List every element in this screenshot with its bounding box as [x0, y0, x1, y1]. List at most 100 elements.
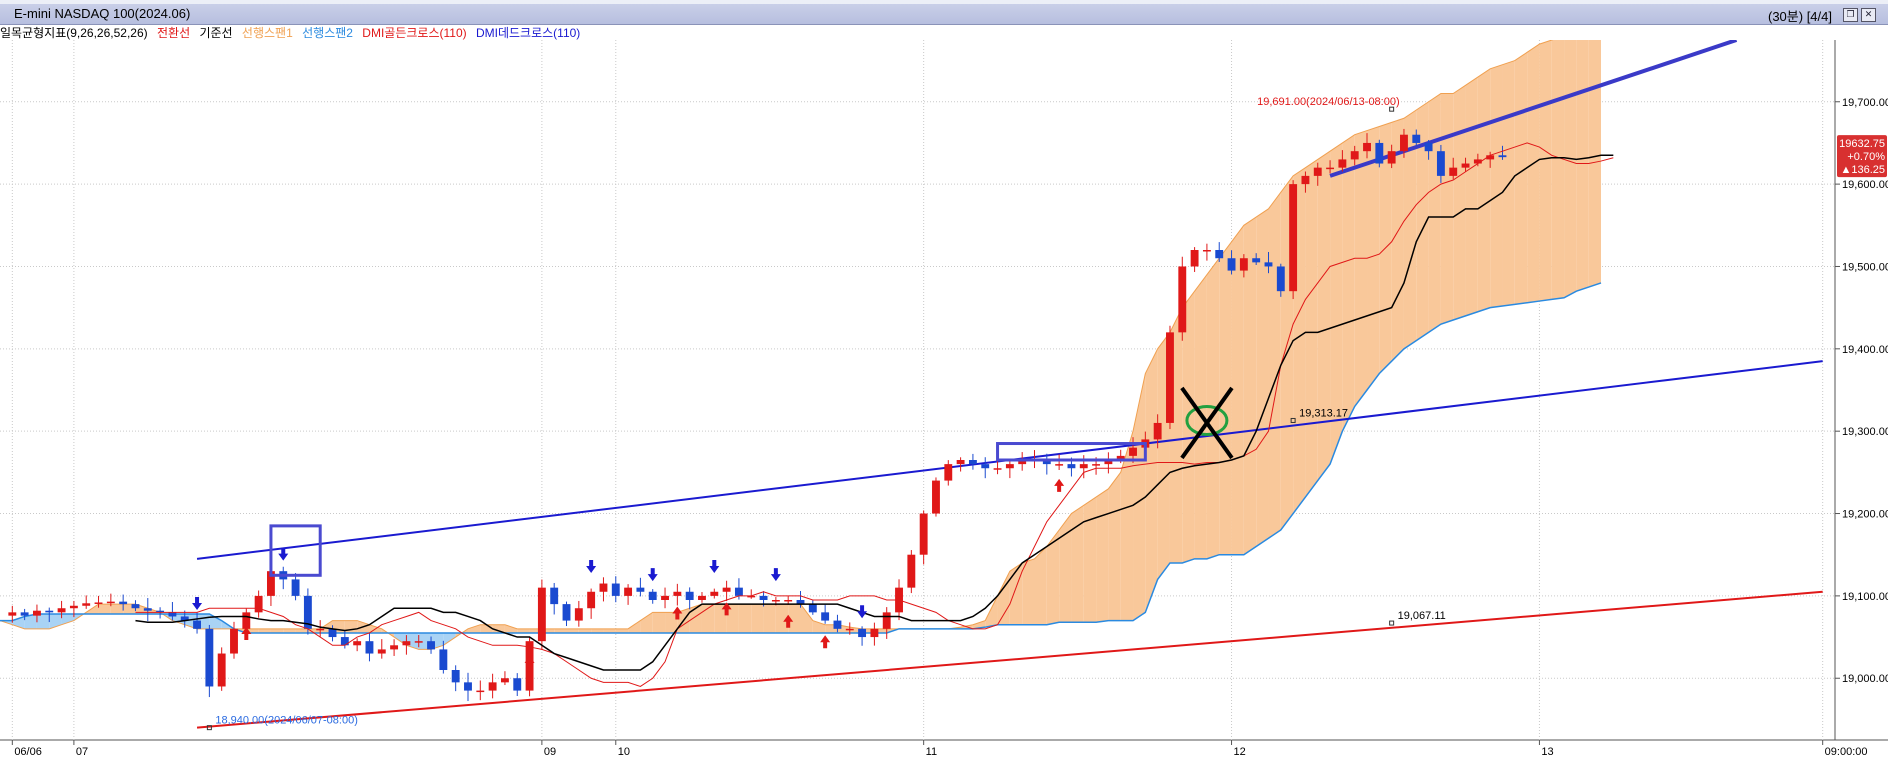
candle-body [537, 587, 546, 642]
cloud-segment [1231, 225, 1244, 555]
candle-body [734, 587, 743, 596]
cloud-segment [1539, 40, 1552, 302]
candle-body [1276, 266, 1285, 292]
candle-body [291, 579, 300, 596]
x-tick-label: 10 [618, 746, 630, 758]
candle-body [402, 641, 411, 646]
candle-body [57, 608, 66, 613]
cloud-segment [1551, 40, 1565, 300]
legend-span2[interactable]: 선행스팬2 [302, 26, 353, 40]
cloud-segment [1268, 192, 1281, 539]
cloud-segment [1317, 151, 1331, 481]
y-tick-label: 19,700.00 [1842, 97, 1888, 109]
cloud-segment [652, 612, 666, 633]
cloud-segment [1428, 93, 1441, 333]
candle-body [1079, 464, 1088, 469]
cloud-segment [1453, 85, 1466, 320]
candle-body [808, 604, 817, 613]
candle-body [328, 628, 337, 638]
candle-body [968, 460, 977, 465]
candle-body [771, 600, 780, 602]
cloud-segment [1108, 472, 1121, 621]
x-tick-label: 06/06 [14, 746, 42, 758]
candle-body [1215, 250, 1224, 259]
cloud-segment [36, 614, 50, 629]
candle-body [230, 628, 238, 654]
candle-body [1350, 151, 1359, 160]
chart-title-bar: E-mini NASDAQ 100(2024.06) (30분) [4/4] ❐… [0, 4, 1888, 25]
candle-body [193, 620, 201, 629]
cloud-segment [1083, 497, 1097, 623]
candle-body [611, 583, 620, 596]
candle-body [476, 690, 485, 693]
restore-window-icon[interactable]: ❐ [1843, 8, 1858, 22]
candle-body [1449, 167, 1458, 176]
candle-body [1424, 142, 1433, 152]
candle-body [143, 608, 152, 611]
legend-tenkan[interactable]: 전환선 [157, 26, 190, 40]
candle-body [106, 601, 115, 604]
candle-body [464, 682, 472, 691]
cloud-segment [997, 571, 1010, 625]
price-chart[interactable]: 19,000.00 19,100.00 19,200.00 19,300.00 19,4… [0, 40, 1888, 774]
candle-body [439, 649, 448, 670]
price-annotation: 19,691.00(2024/06/13-08:00) [1257, 96, 1400, 108]
legend-span1[interactable]: 선행스팬1 [242, 26, 293, 40]
current-price-text: ▲136.25 [1840, 164, 1885, 176]
candle-body [1387, 151, 1396, 164]
dead-cross-arrow [857, 605, 868, 619]
cloud-segment [763, 604, 776, 633]
dead-cross-arrow [586, 559, 597, 573]
close-window-icon[interactable]: ✕ [1861, 8, 1876, 22]
x-tick-label: 07 [76, 746, 88, 758]
candle-body [550, 587, 559, 605]
y-tick-label: 19,600.00 [1842, 179, 1888, 191]
cloud-segment [1096, 488, 1109, 623]
cloud-segment [1514, 52, 1528, 305]
candle-body [907, 554, 916, 588]
candle-body [1436, 151, 1445, 176]
candle-body [1239, 258, 1248, 271]
legend-kijun[interactable]: 기준선 [199, 26, 232, 40]
candle-body [821, 612, 830, 621]
price-annotation: 18,940.00(2024/06/07-08:00) [215, 715, 358, 727]
cloud-segment [443, 632, 456, 646]
legend-dead-cross[interactable]: DMI데드크로스(110) [476, 26, 580, 40]
cloud-segment [1305, 159, 1318, 498]
cloud-segment [98, 604, 111, 614]
cloud-segment [1477, 68, 1491, 312]
candle-body [131, 604, 140, 609]
cloud-segment [110, 604, 124, 614]
candle-body [451, 670, 460, 683]
candle-body [1412, 134, 1421, 143]
legend-ichimoku[interactable]: 일목균형지표(9,26,26,52,26) [0, 26, 148, 40]
candle-body [1326, 167, 1335, 170]
candle-body [944, 464, 953, 481]
candle-body [759, 595, 768, 600]
price-annotation: 19,067.11 [1398, 610, 1446, 622]
cloud-segment [1354, 130, 1368, 407]
cloud-segment [628, 620, 641, 633]
candle-body [414, 641, 423, 643]
cloud-segment [1034, 546, 1047, 625]
candle-body [882, 612, 891, 629]
candle-body [698, 595, 706, 600]
indicator-legend: 일목균형지표(9,26,26,52,26) 전환선 기준선 선행스팬1 선행스팬… [0, 24, 586, 40]
legend-golden-cross[interactable]: DMI골든크로스(110) [362, 26, 466, 40]
golden-cross-arrow [1054, 478, 1065, 492]
candle-body [710, 591, 719, 596]
cloud-segment [1440, 93, 1454, 325]
candle-body [1067, 464, 1076, 469]
candle-body [858, 628, 867, 638]
candle-body [340, 637, 349, 646]
candle-body [242, 612, 251, 629]
candle-body [562, 604, 571, 621]
candle-body [648, 591, 657, 600]
candle-body [1498, 155, 1507, 158]
candle-body [1166, 332, 1174, 423]
candle-body [1153, 422, 1162, 440]
chart-period: (30분) [4/4] [1768, 9, 1832, 24]
annotation-marker [1389, 620, 1395, 626]
candle-body [1202, 250, 1211, 252]
candle-body [8, 612, 17, 616]
